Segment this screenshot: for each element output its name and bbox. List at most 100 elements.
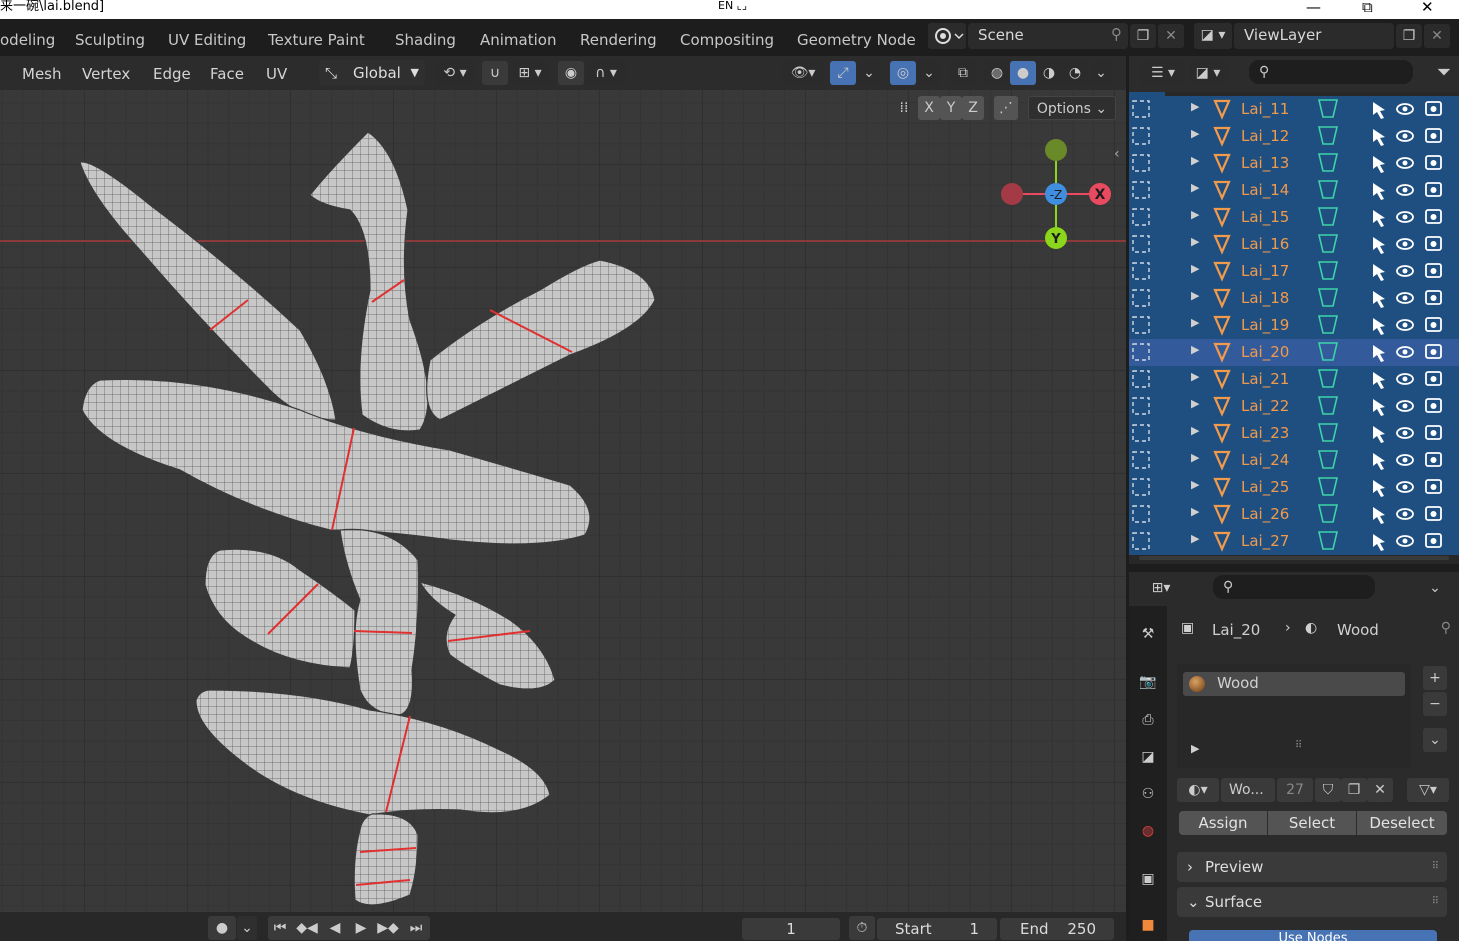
wireframe-shading-button[interactable]: ◍ (984, 61, 1010, 85)
minimize-button[interactable]: — (1306, 0, 1321, 16)
gizmo-toggle[interactable]: ⤢ (830, 61, 856, 85)
mesh-object[interactable] (0, 90, 1126, 912)
selectable-toggle[interactable] (1373, 291, 1385, 308)
pin-icon[interactable]: ⚲ (1111, 25, 1122, 43)
pivot-point-dropdown[interactable]: ⟲ ▾ (436, 61, 474, 85)
browse-material-button[interactable]: ◐▾ (1177, 778, 1219, 802)
tab-compositing[interactable]: Compositing (680, 31, 774, 49)
preview-panel-header[interactable]: › Preview ⠿ (1177, 852, 1447, 882)
play-icon[interactable]: ▶ (348, 916, 374, 940)
new-scene-button[interactable]: ❐ (1130, 24, 1156, 48)
surface-panel-header[interactable]: ⌄ Surface ⠿ (1177, 887, 1447, 917)
snap-toggle[interactable]: ∪ (482, 61, 508, 85)
gizmo-dropdown[interactable]: ⌄ (858, 61, 880, 85)
select-button[interactable]: Select (1268, 811, 1356, 835)
user-count-badge[interactable]: 27 (1277, 778, 1313, 802)
pin-icon[interactable]: ⚲ (1441, 620, 1451, 636)
jump-end-icon[interactable]: ⏭ (404, 916, 428, 940)
viewlayer-selector-button[interactable]: ◪ ▾ (1194, 23, 1232, 49)
current-frame-field[interactable]: 1 (742, 918, 840, 940)
transform-orientation-dropdown[interactable]: ⤡ Global ▼ (319, 60, 425, 86)
menu-edge[interactable]: Edge (153, 65, 191, 83)
3d-viewport[interactable]: ⁞⁞ X Y Z ⋰ Options ⌄ ‹ X Y -Z (0, 90, 1126, 912)
deselect-button[interactable]: Deselect (1357, 811, 1447, 835)
collection-tab-icon[interactable]: ▣ (1135, 867, 1161, 891)
selectable-toggle[interactable] (1373, 102, 1385, 119)
selectable-toggle[interactable] (1373, 345, 1385, 362)
link-type-dropdown[interactable]: ▽▾ (1407, 778, 1449, 802)
assign-button[interactable]: Assign (1179, 811, 1267, 835)
material-slot-row[interactable]: Wood (1183, 672, 1405, 696)
outliner-search-input[interactable]: ⚲ (1249, 60, 1413, 84)
ime-indicator[interactable]: EN ⌞⌟ (718, 0, 776, 15)
close-window-button[interactable]: ✕ (1421, 0, 1434, 16)
solid-shading-button[interactable]: ● (1010, 61, 1036, 85)
selectable-toggle[interactable] (1373, 453, 1385, 470)
start-frame-field[interactable]: Start 1 (877, 918, 997, 940)
options-chevron[interactable]: ⌄ (1423, 576, 1447, 600)
delete-viewlayer-button[interactable]: ✕ (1424, 24, 1450, 48)
restore-button[interactable]: ⧉ (1362, 0, 1373, 16)
use-nodes-button[interactable]: Use Nodes (1189, 930, 1437, 941)
selectable-toggle[interactable] (1373, 318, 1385, 335)
stopwatch-icon[interactable]: ⏱ (849, 916, 875, 940)
outliner-scrollbar[interactable] (1139, 556, 1449, 560)
tab-uv-editing[interactable]: UV Editing (168, 31, 246, 49)
menu-uv[interactable]: UV (266, 65, 287, 83)
tab-shading[interactable]: Shading (395, 31, 456, 49)
tab-rendering[interactable]: Rendering (580, 31, 657, 49)
fake-user-button[interactable]: ⛉ (1315, 778, 1341, 802)
selectable-toggle[interactable] (1373, 507, 1385, 524)
filter-view-dropdown[interactable]: ◪ ▾ (1189, 61, 1227, 85)
selectable-toggle[interactable] (1373, 372, 1385, 389)
scene-tab-icon[interactable]: ⚇ (1135, 782, 1161, 806)
record-button[interactable]: ● (208, 916, 236, 940)
resize-handle-icon[interactable]: ⠿ (1295, 740, 1302, 751)
scene-name-field[interactable]: Scene ⚲ (968, 23, 1128, 49)
tab-animation[interactable]: Animation (480, 31, 556, 49)
output-tab-icon[interactable]: ⎙ (1135, 708, 1161, 732)
next-keyframe-icon[interactable]: ▶◆ (374, 916, 402, 940)
selectable-toggle[interactable] (1373, 156, 1385, 173)
snap-target-dropdown[interactable]: ⊞ ▾ (510, 61, 550, 85)
unlink-material-button[interactable]: ✕ (1367, 778, 1393, 802)
new-viewlayer-button[interactable]: ❐ (1396, 24, 1422, 48)
display-mode-dropdown[interactable]: ☰ ▾ (1141, 61, 1185, 85)
drag-handle-icon[interactable]: ⠿ (1432, 852, 1439, 882)
viewlayer-name-field[interactable]: ViewLayer (1234, 23, 1394, 49)
play-reverse-icon[interactable]: ◀ (322, 916, 348, 940)
new-material-button[interactable]: ❐ (1341, 778, 1367, 802)
expand-icon[interactable]: ▶ (1191, 742, 1199, 755)
selectable-toggle[interactable] (1373, 264, 1385, 281)
object-tab-icon[interactable]: ■ (1135, 913, 1161, 937)
material-preview-button[interactable]: ◑ (1036, 61, 1062, 85)
remove-slot-button[interactable]: − (1423, 692, 1447, 716)
menu-mesh[interactable]: Mesh (22, 65, 62, 83)
selectable-toggle[interactable] (1373, 183, 1385, 200)
material-name-field[interactable]: Wo... (1221, 778, 1275, 802)
tab-sculpting[interactable]: Sculpting (75, 31, 145, 49)
selectable-toggle[interactable] (1373, 237, 1385, 254)
proportional-edit-toggle[interactable]: ◉ (558, 61, 584, 85)
selectable-toggle[interactable] (1373, 210, 1385, 227)
selectable-toggle[interactable] (1373, 399, 1385, 416)
view-layer-tab-icon[interactable]: ◪ (1135, 745, 1161, 769)
selectable-toggle[interactable] (1373, 426, 1385, 443)
selectable-toggle[interactable] (1373, 534, 1385, 551)
selectable-toggle[interactable] (1373, 480, 1385, 497)
xray-toggle[interactable]: ⧉ (950, 61, 976, 85)
tab-modeling[interactable]: odeling (0, 31, 55, 49)
shading-dropdown[interactable]: ⌄ (1090, 61, 1112, 85)
editor-type-dropdown[interactable]: ⊞▾ (1141, 576, 1181, 600)
overlays-dropdown[interactable]: ⌄ (918, 61, 940, 85)
render-tab-icon[interactable]: 📷 (1135, 670, 1161, 694)
overlays-toggle[interactable]: ◎ (890, 61, 916, 85)
selectable-toggle[interactable] (1373, 129, 1385, 146)
properties-search-input[interactable]: ⚲ (1213, 575, 1375, 599)
falloff-dropdown[interactable]: ∩ ▾ (586, 61, 626, 85)
rendered-shading-button[interactable]: ◔ (1062, 61, 1088, 85)
end-frame-field[interactable]: End 250 (1000, 918, 1114, 940)
menu-vertex[interactable]: Vertex (82, 65, 130, 83)
menu-face[interactable]: Face (210, 65, 244, 83)
tab-geometry-nodes[interactable]: Geometry Node (797, 31, 916, 49)
